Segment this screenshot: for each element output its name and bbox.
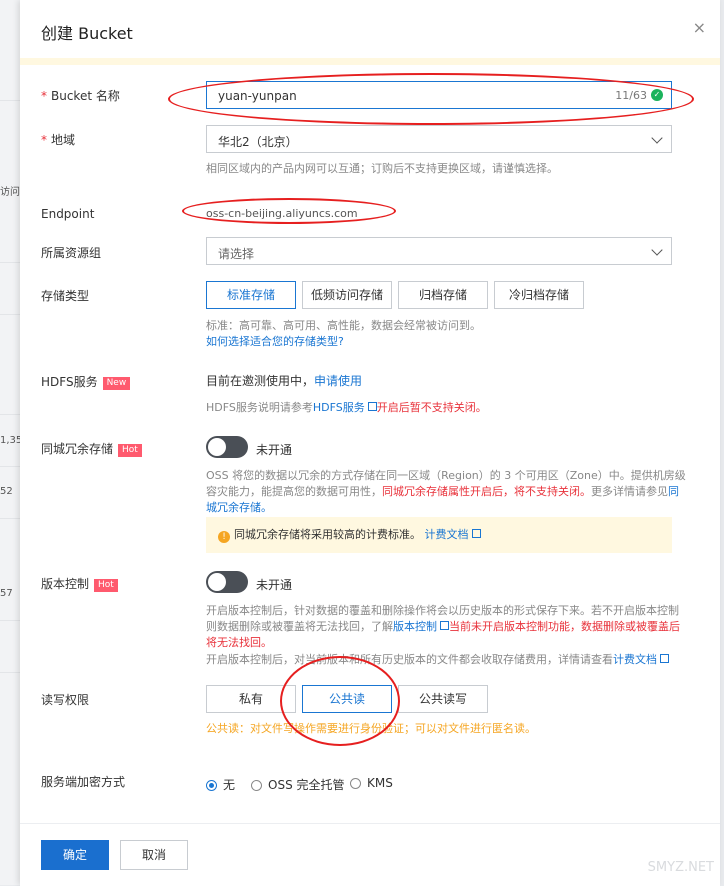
storage-option-ia[interactable]: 低频访问存储 — [302, 281, 392, 309]
versioning-billing: 开启版本控制后，对当前版本和所有历史版本的文件都会收取存储费用，详情请查看计费文… — [206, 652, 686, 668]
billing-doc-link[interactable]: 计费文档 — [425, 528, 469, 541]
storage-option-archive[interactable]: 归档存储 — [398, 281, 488, 309]
acl-option-private[interactable]: 私有 — [206, 685, 296, 713]
toggle-knob — [208, 573, 226, 591]
background-row — [0, 414, 20, 415]
chevron-down-icon — [651, 244, 663, 256]
background-row — [0, 672, 20, 673]
new-badge: New — [102, 377, 131, 390]
encryption-option-oss[interactable]: OSS 完全托管 — [251, 776, 345, 793]
background-row — [0, 262, 20, 263]
hot-badge: Hot — [94, 579, 118, 592]
versioning-status: 未开通 — [256, 578, 293, 592]
background-cell: 访问 — [0, 187, 20, 198]
versioning-label: 版本控制 Hot — [41, 575, 118, 592]
zone-redundancy-toggle[interactable] — [206, 436, 248, 458]
external-link-icon — [440, 621, 449, 630]
region-value: 华北2（北京） — [218, 135, 298, 149]
background-cell: 1,35 — [0, 435, 20, 446]
resource-group-label: 所属资源组 — [41, 246, 102, 260]
zone-redundancy-label: 同城冗余存储 Hot — [41, 440, 142, 457]
acl-option-public-read[interactable]: 公共读 — [302, 685, 392, 713]
billing-notice: ! 同城冗余存储将采用较高的计费标准。 计费文档 — [206, 517, 672, 553]
required-mark: * — [41, 133, 47, 147]
storage-class-label: 存储类型 — [41, 289, 90, 303]
warning-icon: ! — [218, 531, 230, 543]
storage-class-hint: 标准：高可靠、高可用、高性能，数据会经常被访问到。 — [206, 319, 481, 332]
radio-checked-icon — [206, 780, 217, 791]
encryption-label: 服务端加密方式 — [41, 775, 126, 789]
endpoint-value: oss-cn-beijing.aliyuncs.com — [206, 207, 358, 220]
top-notice-bar — [20, 58, 720, 65]
region-select[interactable]: 华北2（北京） — [206, 125, 672, 153]
hdfs-hint: HDFS服务说明请参考HDFS服务 开启后暂不支持关闭。 — [206, 401, 487, 414]
storage-option-standard[interactable]: 标准存储 — [206, 281, 296, 309]
background-row — [0, 100, 20, 101]
acl-option-public-read-write[interactable]: 公共读写 — [398, 685, 488, 713]
region-hint: 相同区域内的产品内网可以互通；订购后不支持更换区域，请谨慎选择。 — [206, 162, 558, 175]
hdfs-apply-link[interactable]: 申请使用 — [314, 374, 362, 388]
storage-help-link[interactable]: 如何选择适合您的存储类型? — [206, 334, 686, 350]
close-icon[interactable]: × — [693, 18, 706, 37]
background-row — [0, 620, 20, 621]
external-link-icon — [660, 654, 669, 663]
char-counter: 11/63 — [615, 89, 647, 102]
dialog-header: 创建 Bucket × — [20, 0, 720, 59]
radio-icon — [350, 778, 361, 789]
form-body[interactable]: * Bucket 名称 yuan-yunpan 11/63 ✓ * 地域 华北2（北… — [20, 65, 720, 823]
storage-option-cold-archive[interactable]: 冷归档存储 — [494, 281, 584, 309]
versioning-doc-link[interactable]: 版本控制 — [393, 620, 437, 633]
bucket-name-input[interactable]: yuan-yunpan 11/63 ✓ — [206, 81, 672, 109]
hdfs-status: 目前在邀测使用中，申请使用 — [206, 374, 363, 388]
encryption-option-kms[interactable]: KMS — [350, 776, 393, 790]
watermark: SMYZ.NET — [647, 860, 714, 875]
resource-group-placeholder: 请选择 — [218, 247, 255, 261]
dialog-title: 创建 Bucket — [41, 24, 133, 43]
radio-icon — [251, 780, 262, 791]
toggle-knob — [208, 438, 226, 456]
versioning-billing-link[interactable]: 计费文档 — [613, 653, 657, 666]
external-link-icon — [367, 402, 377, 411]
confirm-button[interactable]: 确定 — [41, 840, 109, 870]
dialog-footer: 确定 取消 — [20, 823, 720, 886]
required-mark: * — [41, 89, 47, 103]
bucket-name-label: * Bucket 名称 — [41, 89, 120, 103]
versioning-toggle[interactable] — [206, 571, 248, 593]
hot-badge: Hot — [118, 444, 142, 457]
background-cell: 52 — [0, 486, 13, 497]
background-row — [0, 518, 20, 519]
encryption-option-none[interactable]: 无 — [206, 776, 235, 793]
check-icon: ✓ — [651, 89, 663, 101]
region-label: * 地域 — [41, 133, 76, 147]
background-row — [0, 314, 20, 315]
resource-group-select[interactable]: 请选择 — [206, 237, 672, 265]
background-cell: 57 — [0, 588, 13, 599]
hdfs-doc-link[interactable]: HDFS服务 — [313, 401, 365, 414]
zone-redundancy-desc: OSS 将您的数据以冗余的方式存储在同一区域（Region）的 3 个可用区（Z… — [206, 469, 686, 514]
endpoint-label: Endpoint — [41, 207, 95, 221]
chevron-down-icon — [651, 132, 663, 144]
acl-warning: 公共读：对文件写操作需要进行身份验证；可以对文件进行匿名读。 — [206, 722, 536, 735]
versioning-desc: 开启版本控制后，针对数据的覆盖和删除操作将会以历史版本的形式保存下来。若不开启版… — [206, 604, 680, 649]
zone-redundancy-status: 未开通 — [256, 443, 293, 457]
bucket-name-value: yuan-yunpan — [218, 89, 297, 103]
create-bucket-dialog: 创建 Bucket × * Bucket 名称 yuan-yunpan 11/63… — [20, 0, 720, 886]
external-link-icon — [471, 529, 481, 538]
acl-label: 读写权限 — [41, 693, 90, 707]
cancel-button[interactable]: 取消 — [120, 840, 188, 870]
hdfs-label: HDFS服务 New — [41, 373, 131, 390]
background-row — [0, 466, 20, 467]
background-table: 访问 1,35 52 57 — [0, 0, 21, 885]
